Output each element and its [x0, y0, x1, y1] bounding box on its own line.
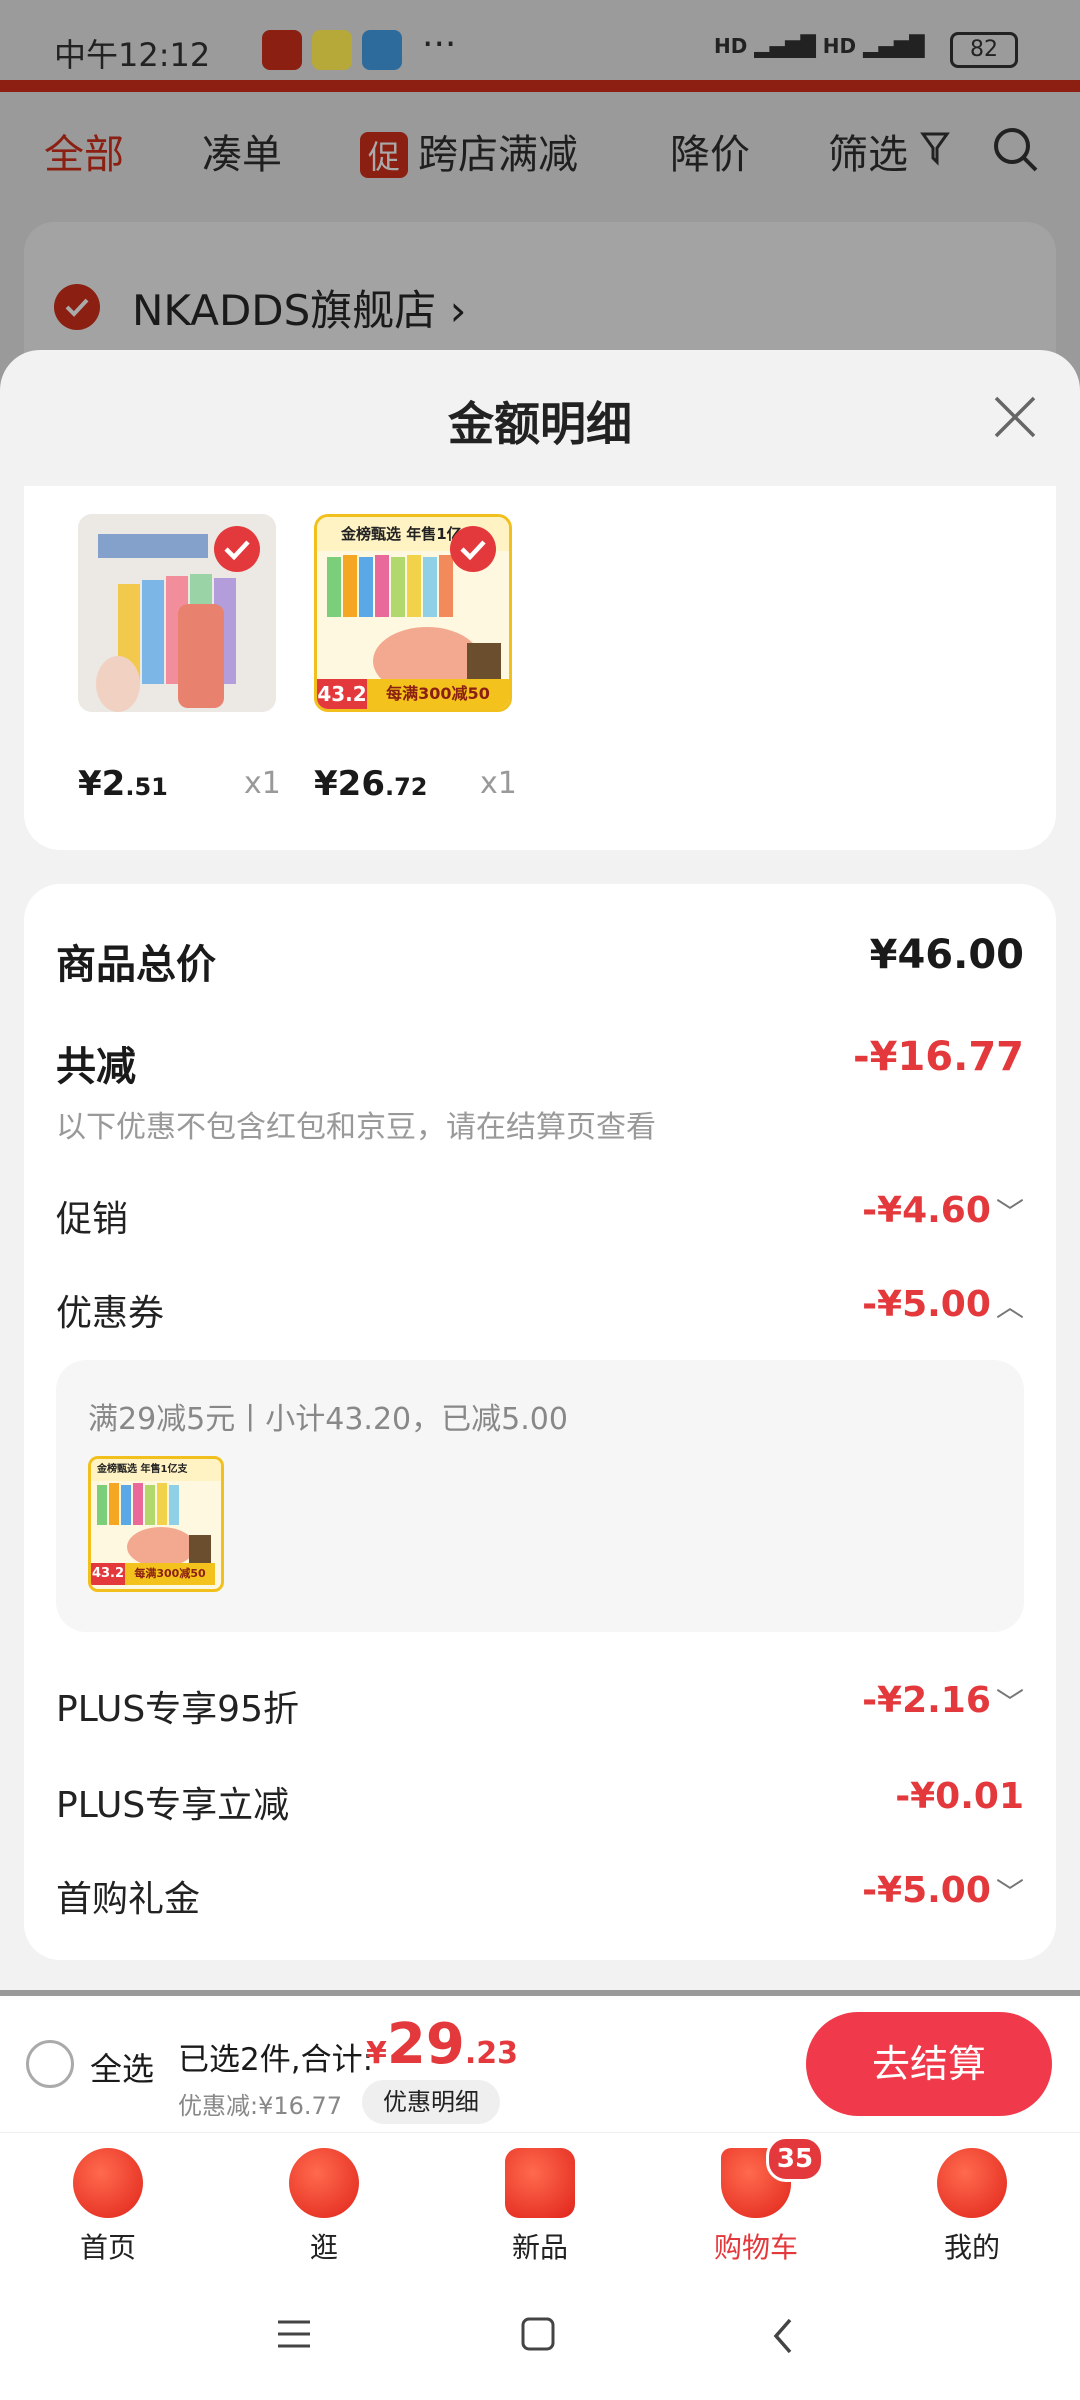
tab-price-drop[interactable]: 降价	[670, 122, 750, 180]
status-bar: 中午12:12 ··· HD ▂▄▆█ HD ▂▄▆█ 82	[0, 0, 1080, 90]
coupon-detail-text: 满29减5元丨小计43.20，已减5.00	[88, 1402, 568, 1437]
tab-combine[interactable]: 凑单	[202, 122, 282, 180]
more-notifications-icon: ···	[422, 24, 457, 65]
browse-icon	[289, 2148, 359, 2218]
home-square-icon[interactable]	[520, 2316, 556, 2352]
plus-instant-value: -¥0.01	[895, 1776, 1024, 1817]
app-icon-smzdm	[262, 30, 302, 70]
chevron-down-icon: ﹀	[995, 1196, 1024, 1229]
tab-mine-label: 我的	[943, 2231, 1000, 2264]
tab-mine[interactable]: 我的	[902, 2148, 1042, 2266]
thumb-tag: 每满300减50	[125, 1563, 215, 1585]
first-purchase-label: 首购礼金	[56, 1879, 201, 1920]
chevron-down-icon: ﹀	[995, 1876, 1024, 1909]
battery-icon: 82	[950, 32, 1018, 68]
plus-instant-label: PLUS专享立减	[56, 1785, 290, 1826]
plus-discount-row[interactable]: -¥2.16 ﹀	[704, 1680, 1024, 1721]
menu-icon[interactable]	[276, 2318, 312, 2350]
product-qty: x1	[480, 766, 517, 801]
header-divider	[0, 80, 1080, 92]
product-price: ¥2.51	[78, 764, 168, 804]
checkout-button[interactable]: 去结算	[806, 2012, 1052, 2116]
discount-note: 以下优惠不包含红包和京豆，请在结算页查看	[56, 1110, 656, 1145]
coupon-row[interactable]: -¥5.00 ︿	[704, 1284, 1024, 1325]
reduce-value: -¥16.77	[853, 1034, 1024, 1080]
total-value: ¥46.00	[869, 932, 1024, 978]
tab-cross-store-label: 跨店满减	[418, 132, 579, 178]
tab-browse-label: 逛	[309, 2231, 338, 2264]
status-time: 中午12:12	[54, 36, 211, 74]
total-amount: ¥29.23	[366, 2012, 518, 2077]
product-price: ¥26.72	[314, 764, 428, 804]
cart-badge: 35	[766, 2136, 824, 2182]
discount-detail-button[interactable]: 优惠明细	[362, 2080, 500, 2124]
plus-discount-value: -¥2.16	[862, 1680, 991, 1721]
tab-cart-label: 购物车	[713, 2231, 798, 2264]
sheet-title: 金额明细	[448, 397, 632, 451]
app-icon-meituan	[312, 30, 352, 70]
selected-check-icon[interactable]	[214, 526, 260, 572]
thumb-price: 43.2	[91, 1563, 125, 1585]
total-label: 商品总价	[56, 942, 216, 988]
selected-check-icon[interactable]	[450, 526, 496, 572]
back-icon[interactable]	[768, 2316, 798, 2356]
promotion-value: -¥4.60	[862, 1190, 991, 1231]
tab-cross-store[interactable]: 促跨店满减	[360, 122, 578, 180]
profile-icon	[937, 2148, 1007, 2218]
first-purchase-row[interactable]: -¥5.00 ﹀	[704, 1870, 1024, 1911]
promotion-row[interactable]: -¥4.60 ﹀	[704, 1190, 1024, 1231]
filter-icon[interactable]	[920, 130, 950, 166]
coupon-label: 优惠券	[56, 1293, 165, 1334]
discount-summary: 优惠减:¥16.77	[178, 2092, 343, 2120]
promo-badge: 促	[360, 132, 409, 178]
search-icon[interactable]	[990, 124, 1040, 174]
tab-new[interactable]: 新品	[470, 2148, 610, 2266]
tab-home[interactable]: 首页	[38, 2148, 178, 2266]
tab-browse[interactable]: 逛	[254, 2148, 394, 2266]
coupon-value: -¥5.00	[862, 1284, 991, 1325]
tab-home-label: 首页	[79, 2231, 136, 2264]
app-icon-layers	[362, 30, 402, 70]
tab-new-label: 新品	[511, 2231, 568, 2264]
store-check-icon[interactable]	[54, 284, 100, 330]
chevron-right-icon: ›	[449, 286, 467, 335]
chevron-down-icon: ﹀	[995, 1686, 1024, 1719]
plus-discount-label: PLUS专享95折	[56, 1689, 299, 1730]
reduce-label: 共减	[56, 1044, 136, 1090]
promotion-label: 促销	[56, 1199, 129, 1240]
product-qty: x1	[244, 766, 281, 801]
selected-summary: 已选2件,合计:	[178, 2042, 374, 2078]
close-icon[interactable]	[990, 392, 1040, 442]
tab-all[interactable]: 全部	[44, 122, 124, 180]
thumb-banner: 金榜甄选 年售1亿支	[91, 1459, 221, 1481]
chevron-up-icon: ︿	[995, 1290, 1024, 1323]
coupon-product-thumb[interactable]: 金榜甄选 年售1亿支 43.2 每满300减50	[88, 1456, 224, 1592]
first-purchase-value: -¥5.00	[862, 1870, 991, 1911]
select-all-label[interactable]: 全选	[90, 2044, 154, 2090]
tab-filter[interactable]: 筛选	[828, 122, 908, 180]
signal-icon: HD ▂▄▆█ HD ▂▄▆█	[714, 34, 925, 58]
select-all-radio[interactable]	[26, 2040, 74, 2088]
product-price-tag: 43.2	[317, 679, 367, 709]
store-name[interactable]: NKADDS旗舰店 ›	[132, 277, 466, 338]
home-icon	[73, 2148, 143, 2218]
promo-tag: 每满300减50	[367, 679, 509, 709]
new-products-icon	[505, 2148, 575, 2218]
